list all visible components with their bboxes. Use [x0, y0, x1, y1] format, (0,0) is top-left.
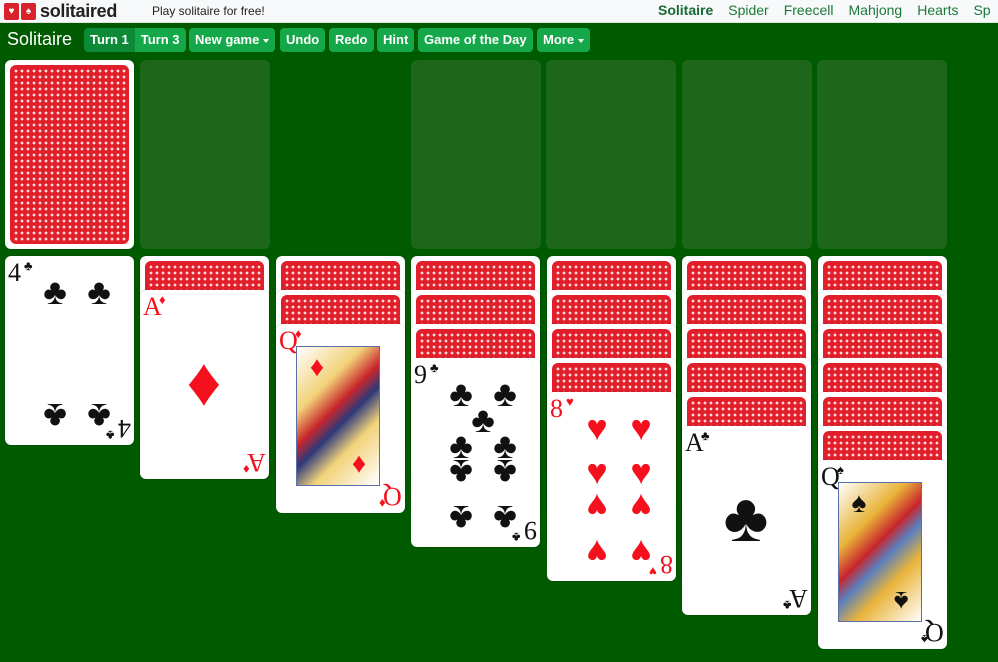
foundation-1[interactable] — [411, 60, 541, 249]
face-up-card-Q♠[interactable]: Q ♠ Q ♠ ♠ ♠ — [818, 460, 947, 649]
suit-icon: ♣ — [449, 452, 473, 493]
suit-icon: ♣ — [723, 480, 769, 556]
card-rank: Q — [383, 482, 402, 511]
suit-icon: ♥ — [586, 486, 608, 527]
suit-icon: ♥ — [586, 451, 608, 492]
card-rank: 8 — [550, 394, 563, 423]
suit-icon: ♣ — [87, 271, 111, 312]
card-rank: 4 — [118, 414, 131, 443]
card-rank: 9 — [414, 360, 427, 389]
suit-icon: ♥ — [586, 407, 608, 448]
game-toolbar: Solitaire Turn 1 Turn 3 New game Undo Re… — [0, 23, 998, 58]
logo-cards-icon: ♥ ♠ — [4, 2, 38, 20]
face-up-card-A♣[interactable]: A ♣ A ♣ ♣ — [682, 426, 811, 615]
suit-icon: ♣ — [87, 396, 111, 437]
face-up-card-8♥[interactable]: 8 ♥ 8 ♥ ♥ ♥ ♥ ♥ ♥ ♥ ♥ ♥ — [547, 392, 676, 581]
more-button[interactable]: More — [537, 28, 591, 52]
logo-text: solitaired — [40, 0, 118, 21]
waste-pile[interactable] — [140, 60, 270, 249]
caret-down-icon — [263, 38, 270, 43]
suit-icon: ♠ — [837, 462, 844, 477]
new-game-button[interactable]: New game — [189, 28, 276, 52]
suit-icon: ♣ — [493, 498, 517, 539]
tagline: Play solitaire for free! — [152, 4, 265, 18]
site-logo[interactable]: ♥ ♠ solitaired — [4, 1, 117, 21]
turn-3-button[interactable]: Turn 3 — [134, 28, 186, 52]
suit-icon: ♦ — [309, 351, 325, 382]
card-rank: Q — [925, 618, 944, 647]
site-header: ♥ ♠ solitaired Play solitaire for free! S… — [0, 0, 998, 23]
suit-icon: ♦ — [243, 462, 250, 477]
court-card-art: ♦ ♦ — [296, 346, 380, 486]
suit-icon: ♥ — [630, 407, 652, 448]
suit-icon: ♠ — [921, 632, 928, 647]
suit-icon: ♦ — [159, 292, 166, 307]
card-rank: 9 — [524, 516, 537, 545]
face-up-card-9♣[interactable]: 9 ♣ 9 ♣ ♣ ♣ ♣ ♣ ♣ ♣ ♣ ♣ ♣ — [411, 358, 540, 547]
undo-button[interactable]: Undo — [280, 28, 326, 52]
card-rank: A — [247, 448, 266, 477]
suit-icon: ♥ — [630, 532, 652, 573]
suit-icon: ♠ — [893, 586, 909, 617]
suit-icon: ♣ — [701, 428, 710, 443]
suit-icon: ♥ — [630, 486, 652, 527]
top-nav: Solitaire Spider Freecell Mahjong Hearts… — [658, 2, 998, 18]
court-card-art: ♠ ♠ — [838, 482, 922, 622]
suit-icon: ♣ — [493, 452, 517, 493]
suit-icon: ♣ — [43, 271, 67, 312]
suit-icon: ♦ — [186, 344, 222, 420]
suit-icon: ♣ — [24, 258, 33, 273]
face-up-card-4♣[interactable]: 4 ♣ 4 ♣ ♣ ♣ ♣ ♣ — [5, 256, 134, 445]
foundation-3[interactable] — [682, 60, 812, 249]
suit-icon: ♣ — [449, 498, 473, 539]
suit-icon: ♣ — [43, 396, 67, 437]
game-title: Solitaire — [7, 29, 73, 49]
game-of-the-day-button[interactable]: Game of the Day — [418, 28, 533, 52]
suit-icon: ♥ — [586, 532, 608, 573]
hint-button[interactable]: Hint — [377, 28, 415, 52]
nav-freecell[interactable]: Freecell — [784, 2, 834, 18]
suit-icon: ♣ — [430, 360, 439, 375]
suit-icon: ♦ — [295, 326, 302, 341]
caret-down-icon — [578, 38, 585, 43]
more-label: More — [543, 32, 575, 47]
card-rank: 8 — [660, 550, 673, 579]
face-up-card-Q♦[interactable]: Q ♦ Q ♦ ♦ ♦ — [276, 324, 405, 513]
suit-icon: ♦ — [379, 496, 386, 511]
suit-icon: ♦ — [351, 450, 367, 481]
stock-pile[interactable] — [5, 60, 134, 249]
new-game-label: New game — [195, 32, 260, 47]
nav-more-truncated[interactable]: Sp — [973, 2, 990, 18]
suit-icon: ♠ — [851, 487, 867, 518]
card-rank: A — [789, 584, 808, 613]
foundation-2[interactable] — [546, 60, 676, 249]
turn-1-button[interactable]: Turn 1 — [84, 28, 135, 52]
card-back-pattern — [10, 65, 129, 244]
nav-mahjong[interactable]: Mahjong — [849, 2, 903, 18]
turn-mode-toggle: Turn 1 Turn 3 — [84, 28, 186, 52]
redo-button[interactable]: Redo — [329, 28, 374, 52]
suit-icon: ♥ — [630, 451, 652, 492]
nav-spider[interactable]: Spider — [728, 2, 768, 18]
suit-icon: ♣ — [783, 598, 792, 613]
face-up-card-A♦[interactable]: A ♦ A ♦ ♦ — [140, 290, 269, 479]
card-rank: 4 — [8, 258, 21, 287]
suit-icon: ♥ — [566, 394, 574, 409]
nav-hearts[interactable]: Hearts — [917, 2, 958, 18]
foundation-4[interactable] — [817, 60, 947, 249]
nav-solitaire[interactable]: Solitaire — [658, 2, 713, 18]
